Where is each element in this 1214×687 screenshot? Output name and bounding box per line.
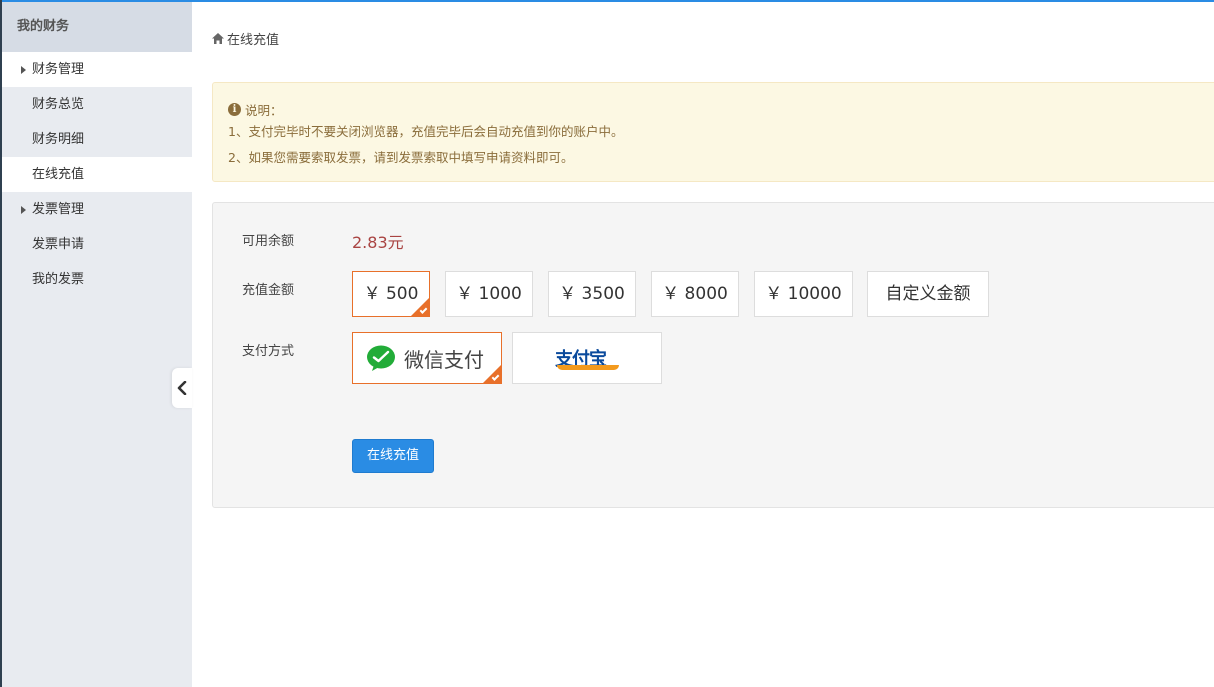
balance-value: 2.83元 xyxy=(352,233,404,252)
balance-label: 可用余额 xyxy=(242,234,295,249)
amount-option-8000[interactable]: ￥ 8000 xyxy=(651,271,739,317)
caret-right-icon xyxy=(21,66,26,74)
sidebar-item-overview[interactable]: 财务总览 xyxy=(2,87,192,122)
amount-option-label: 自定义金额 xyxy=(885,284,971,304)
sidebar-item-my-invoices[interactable]: 我的发票 xyxy=(2,262,192,297)
payment-label: 支付方式 xyxy=(242,344,295,359)
sidebar-item-details[interactable]: 财务明细 xyxy=(2,122,192,157)
sidebar-item-label: 发票申请 xyxy=(32,237,85,252)
notice-title-text: 说明： xyxy=(245,102,283,118)
amount-option-10000[interactable]: ￥ 10000 xyxy=(754,271,853,317)
payment-option-wechat[interactable]: 微信支付 xyxy=(352,332,502,384)
sidebar-item-invoice-apply[interactable]: 发票申请 xyxy=(2,227,192,262)
sidebar-group-finance[interactable]: 财务管理 xyxy=(2,52,192,87)
notice-box: i 说明： 1、支付完毕时不要关闭浏览器，充值完毕后会自动充值到你的账户中。 2… xyxy=(212,82,1214,182)
notice-title: i 说明： xyxy=(228,99,1206,119)
breadcrumb: 在线充值 xyxy=(212,28,279,48)
alipay-swoosh xyxy=(557,365,619,370)
alipay-logo: 支付宝 xyxy=(555,345,625,371)
amount-option-label: ￥ 10000 xyxy=(765,284,842,304)
amount-option-custom[interactable]: 自定义金额 xyxy=(867,271,989,317)
info-icon: i xyxy=(228,102,241,116)
breadcrumb-current: 在线充值 xyxy=(227,32,280,48)
amount-option-3500[interactable]: ￥ 3500 xyxy=(548,271,636,317)
sidebar-collapse-button[interactable] xyxy=(172,368,192,408)
amount-option-500[interactable]: ￥ 500 xyxy=(352,271,430,317)
recharge-submit-button[interactable]: 在线充值 xyxy=(352,439,434,473)
sidebar-group-invoice[interactable]: 发票管理 xyxy=(2,192,192,227)
sidebar-title: 我的财务 xyxy=(2,2,192,52)
notice-line: 2、如果您需要索取发票，请到发票索取中填写申请资料即可。 xyxy=(228,150,574,165)
wechat-pay-logo: 微信支付 xyxy=(366,344,484,373)
sidebar-item-label: 财务管理 xyxy=(32,62,85,77)
wechat-icon xyxy=(367,345,395,371)
sidebar-item-label: 财务明细 xyxy=(32,132,85,147)
sidebar-item-label: 在线充值 xyxy=(32,167,85,182)
sidebar: 我的财务 财务管理 财务总览 财务明细 在线充值 发票管理 发票申请 我的发票 xyxy=(2,2,192,687)
amount-label: 充值金额 xyxy=(242,283,295,298)
amount-option-label: ￥ 3500 xyxy=(559,284,625,304)
amount-option-label: ￥ 1000 xyxy=(456,284,522,304)
payment-option-alipay[interactable]: 支付宝 xyxy=(512,332,662,384)
sidebar-item-label: 发票管理 xyxy=(32,202,85,217)
sidebar-item-label: 财务总览 xyxy=(32,97,85,112)
chevron-left-icon xyxy=(177,381,187,395)
recharge-panel: 可用余额 2.83元 充值金额 ￥ 500 ￥ 1000 ￥ 3500 ￥ 80… xyxy=(212,202,1214,508)
notice-line: 1、支付完毕时不要关闭浏览器，充值完毕后会自动充值到你的账户中。 xyxy=(228,124,624,139)
home-icon xyxy=(212,32,224,44)
wechat-pay-label: 微信支付 xyxy=(404,348,484,372)
sidebar-item-label: 我的发票 xyxy=(32,272,85,287)
amount-option-1000[interactable]: ￥ 1000 xyxy=(445,271,533,317)
caret-right-icon xyxy=(21,206,26,214)
amount-option-label: ￥ 8000 xyxy=(662,284,728,304)
sidebar-item-recharge[interactable]: 在线充值 xyxy=(2,157,192,192)
